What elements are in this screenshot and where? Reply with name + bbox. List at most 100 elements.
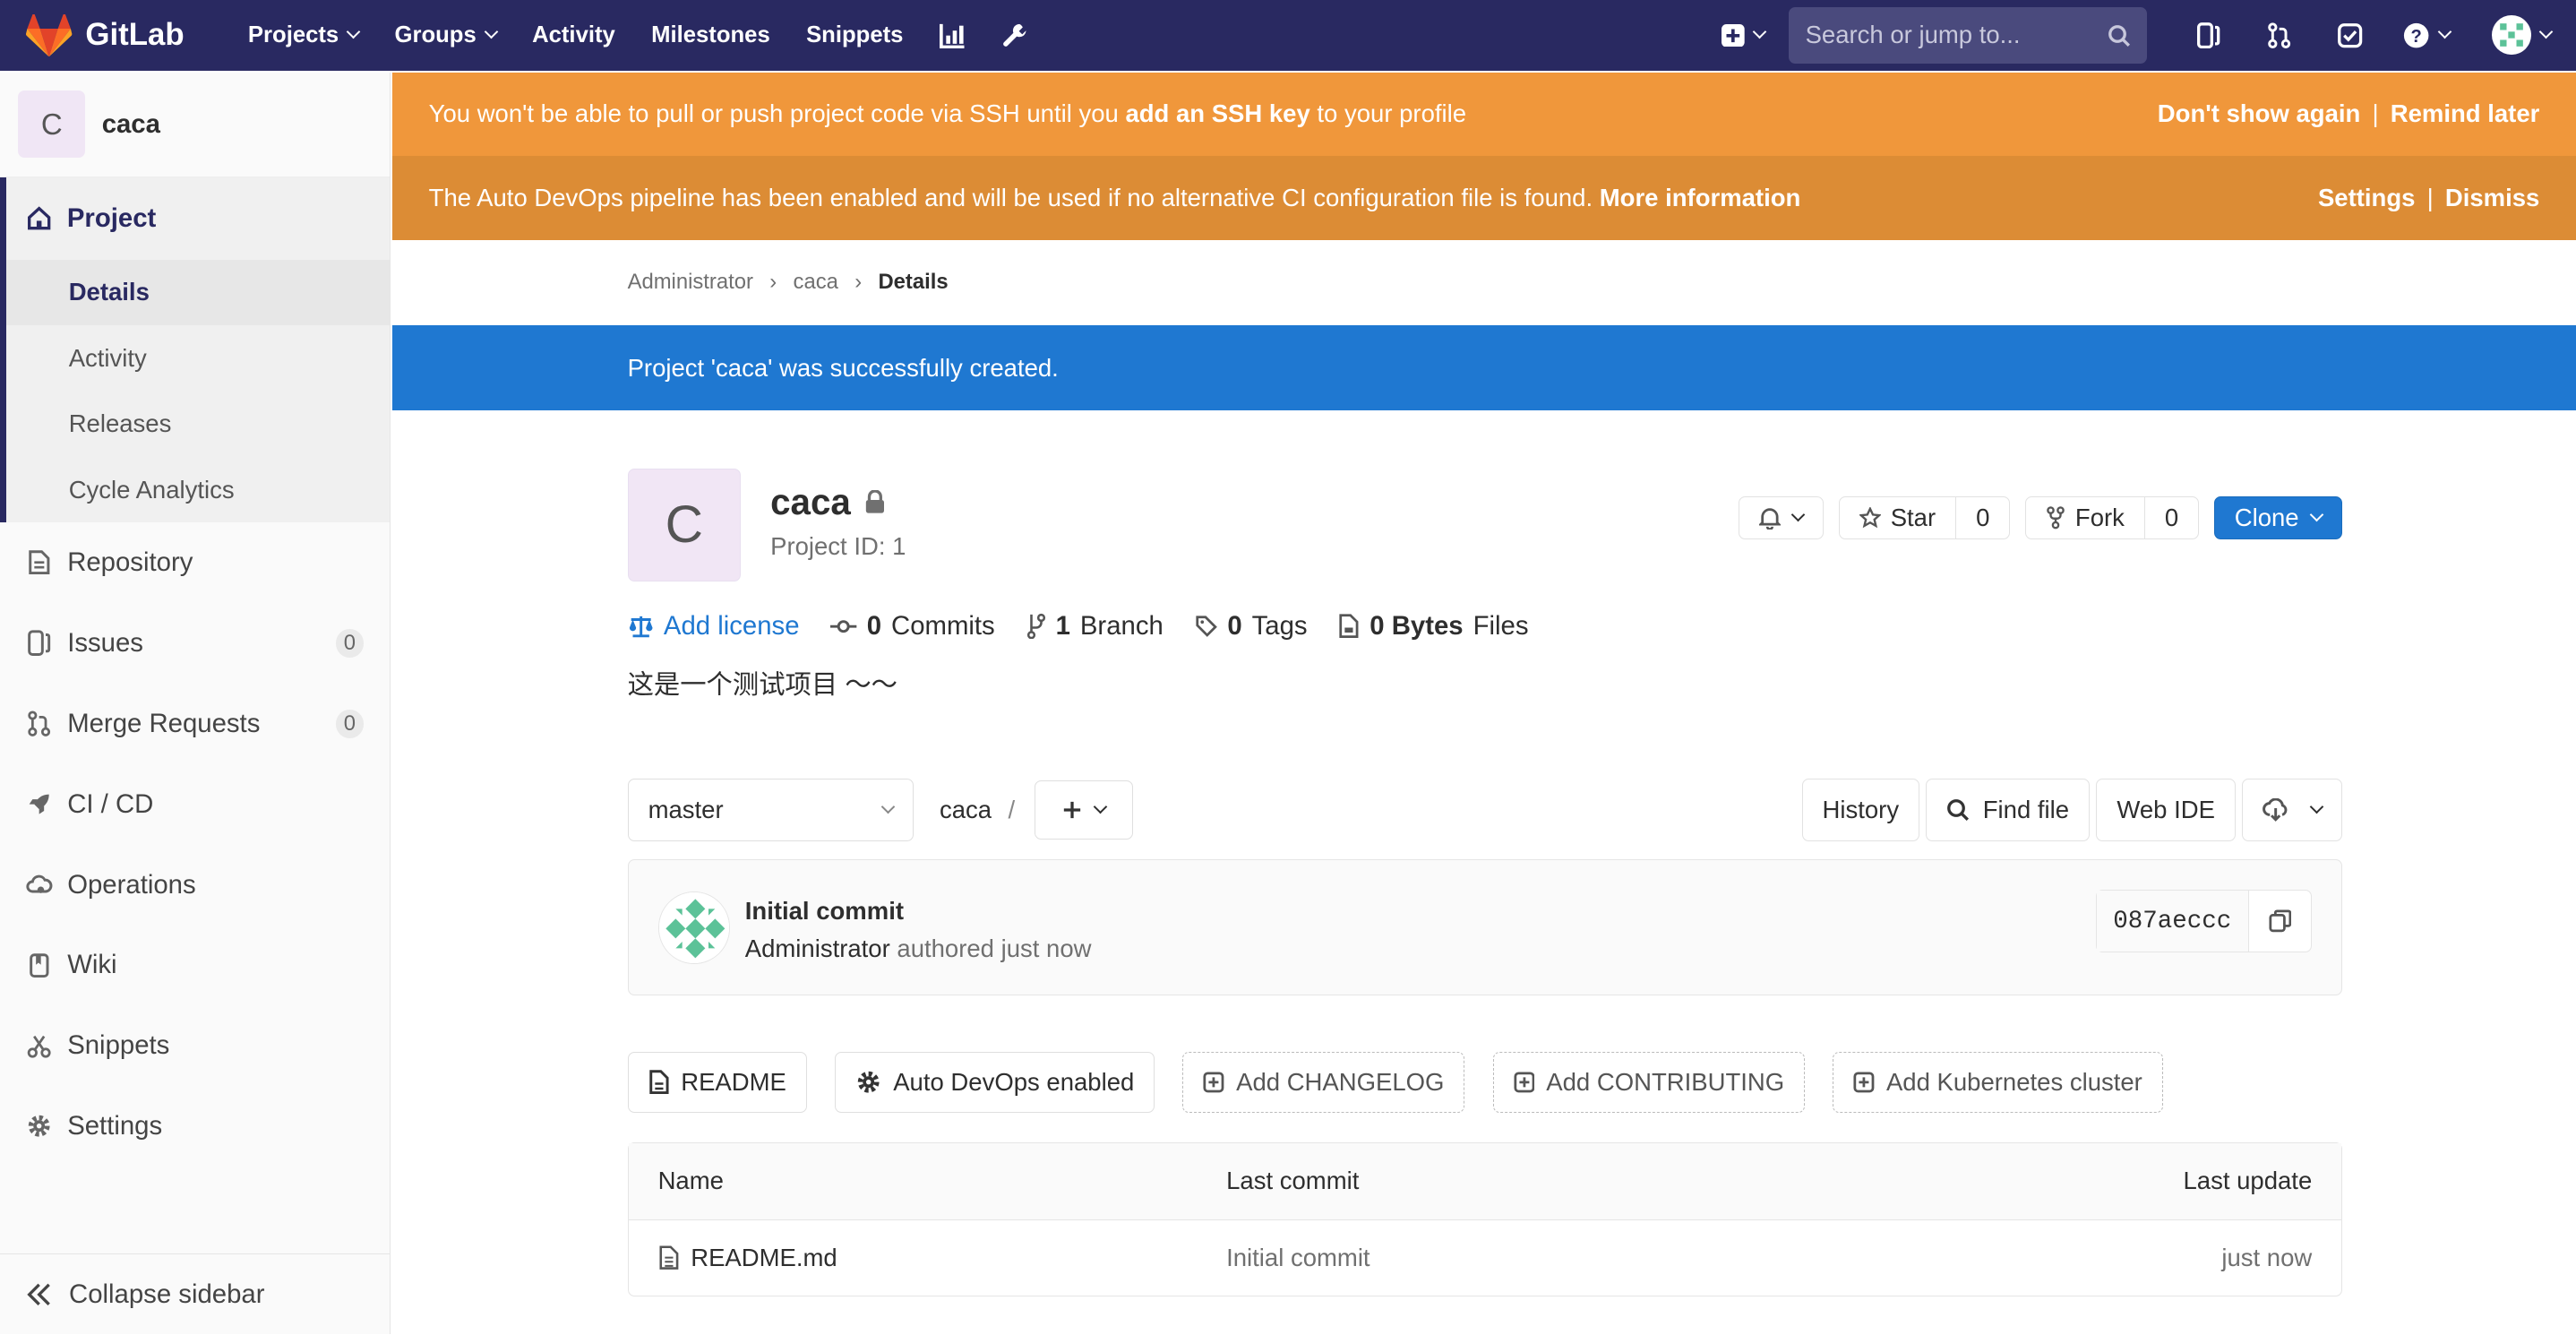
collapse-sidebar-label: Collapse sidebar [69,1279,265,1309]
tags-stat[interactable]: 0 Tags [1195,611,1308,642]
add-ssh-key-link[interactable]: add an SSH key [1125,99,1309,127]
user-menu[interactable] [2468,0,2576,71]
sidebar-project-group: Project Details Activity Releases Cycle … [0,177,391,523]
gear-icon [857,1071,880,1093]
more-information-link[interactable]: More information [1600,184,1801,211]
add-changelog-button[interactable]: Add CHANGELOG [1182,1051,1465,1113]
nav-admin[interactable] [983,22,1046,48]
star-button[interactable]: Star [1840,496,1957,538]
sidebar-project-header[interactable]: C caca [0,73,391,178]
devops-alert-text: The Auto DevOps pipeline has been enable… [428,183,1600,211]
sidebar-item-issues[interactable]: Issues 0 [0,603,390,684]
separator: | [2372,99,2379,128]
ssh-alert-message: You won't be able to pull or push projec… [429,99,1466,128]
copy-icon [2269,909,2291,933]
breadcrumb-administrator[interactable]: Administrator [628,270,753,295]
remind-later-link[interactable]: Remind later [2391,99,2540,127]
tags-count: 0 [1227,610,1242,641]
help-dropdown[interactable]: ? [2385,0,2468,71]
sidebar-sub-details[interactable]: Details [6,259,391,326]
add-contributing-button[interactable]: Add CONTRIBUTING [1492,1051,1806,1113]
file-name-cell[interactable]: README.md [629,1244,1227,1272]
collapse-sidebar-button[interactable]: Collapse sidebar [0,1253,390,1335]
sidebar-item-ci-cd[interactable]: CI / CD [0,764,390,845]
sidebar-item-snippets[interactable]: Snippets [0,1005,390,1086]
plus-square-icon [1853,1072,1875,1093]
find-file-button[interactable]: Find file [1926,779,2091,841]
author-avatar[interactable] [657,891,731,964]
branch-select-value: master [648,796,724,824]
fork-count[interactable]: 0 [2145,497,2198,538]
last-commit-box: Initial commit Administrator authored ju… [627,859,2343,996]
breadcrumb-project[interactable]: caca [794,270,838,295]
rocket-icon [26,791,52,817]
gitlab-tanuki-icon [26,13,73,56]
search-input[interactable]: Search or jump to... [1789,7,2148,64]
wrench-icon [1003,23,1026,47]
sidebar-sub-releases[interactable]: Releases [6,391,390,456]
cloud-download-icon [2263,798,2288,822]
commits-stat[interactable]: 0 Commits [830,610,995,642]
auto-devops-button[interactable]: Auto DevOps enabled [835,1051,1155,1113]
branch-select[interactable]: master [627,779,914,841]
commit-author[interactable]: Administrator [745,934,890,962]
home-icon [28,206,51,230]
commit-sha-group: 087aeccc [2095,890,2313,952]
sidebar-item-settings[interactable]: Settings [0,1086,390,1167]
file-last-commit[interactable]: Initial commit [1226,1244,1949,1272]
sidebar-item-repository[interactable]: Repository [0,522,390,603]
nav-milestones[interactable]: Milestones [633,22,788,48]
copy-sha-button[interactable] [2249,891,2312,952]
tags-label: Tags [1251,610,1308,641]
sidebar-item-wiki[interactable]: Wiki [0,925,390,1005]
merge-requests-nav-button[interactable] [2244,0,2314,71]
web-ide-button[interactable]: Web IDE [2096,779,2236,841]
clone-button[interactable]: Clone [2213,495,2343,539]
gear-icon [26,1113,52,1139]
clone-label: Clone [2234,503,2299,531]
devops-settings-link[interactable]: Settings [2318,184,2415,211]
table-row[interactable]: README.md Initial commit just now [629,1220,2342,1296]
commit-title[interactable]: Initial commit [745,897,904,926]
add-kubernetes-cluster-button[interactable]: Add Kubernetes cluster [1833,1051,2163,1113]
add-to-tree-dropdown[interactable] [1035,780,1134,840]
branches-stat[interactable]: 1 Branch [1026,611,1163,642]
dismiss-link[interactable]: Dismiss [2445,184,2539,211]
history-button[interactable]: History [1801,779,1920,841]
add-license-link[interactable]: Add license [628,611,800,642]
commits-count: 0 [866,610,882,641]
fork-button[interactable]: Fork [2026,496,2145,538]
repo-path-root[interactable]: caca [940,796,992,824]
star-count[interactable]: 0 [1956,497,2009,538]
nav-groups[interactable]: Groups [376,22,514,48]
fork-label: Fork [2074,503,2125,531]
project-stats: Add license 0 Commits 1 Branch 0 Tags 0 … [628,607,2343,646]
todos-nav-button[interactable] [2314,0,2385,71]
sidebar-item-merge-requests[interactable]: Merge Requests 0 [0,684,390,764]
commit-sha[interactable]: 087aeccc [2096,891,2249,952]
nav-snippets[interactable]: Snippets [788,22,922,48]
gitlab-logo[interactable]: GitLab [26,13,203,57]
tree-controls: master caca / History Find file Web IDE [627,779,2343,841]
dont-show-again-link[interactable]: Don't show again [2158,99,2361,127]
readme-button[interactable]: README [627,1051,807,1113]
breadcrumb-current[interactable]: Details [878,270,948,295]
nav-analytics[interactable] [922,22,984,49]
main-content: You won't be able to pull or push projec… [392,72,2576,1335]
sidebar-item-operations[interactable]: Operations [0,845,390,926]
sidebar-item-label: Operations [67,869,196,900]
files-stat[interactable]: 0 Bytes Files [1338,611,1529,642]
notification-dropdown[interactable] [1738,495,1825,539]
doc-icon [648,1070,669,1095]
issues-nav-button[interactable] [2173,0,2244,71]
branch-icon [1026,613,1045,640]
nav-activity[interactable]: Activity [514,22,633,48]
download-dropdown[interactable] [2242,779,2343,841]
sidebar-sub-cycle-analytics[interactable]: Cycle Analytics [6,457,390,522]
sidebar-sub-activity[interactable]: Activity [6,325,390,391]
find-file-label: Find file [1982,796,2070,824]
new-dropdown[interactable] [1697,0,1790,71]
double-chevron-left-icon [27,1283,51,1305]
sidebar-item-project[interactable]: Project [6,177,390,260]
nav-projects[interactable]: Projects [230,22,377,48]
